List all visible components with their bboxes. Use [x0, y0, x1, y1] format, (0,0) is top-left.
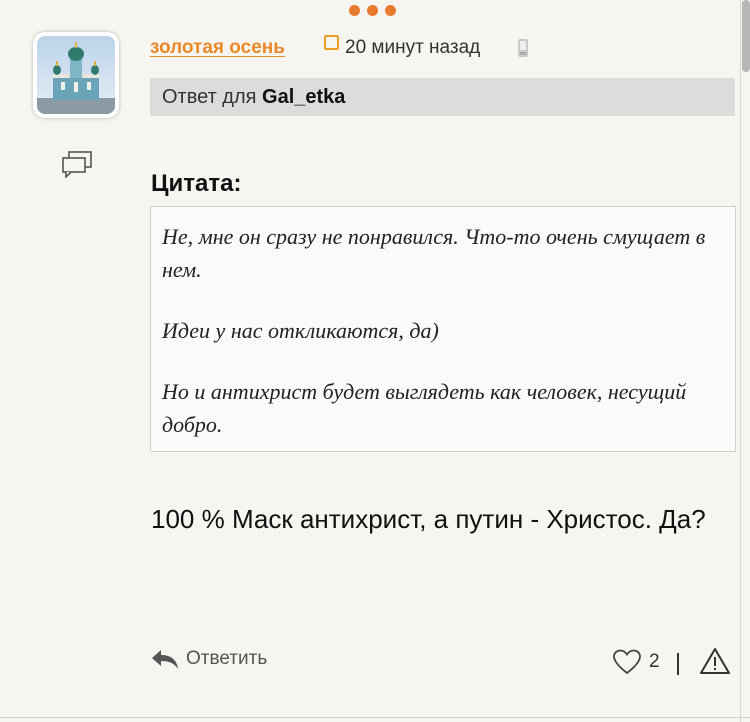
reply-arrow-icon — [152, 650, 178, 669]
avatar-church-image — [37, 36, 115, 114]
reply-button-label: Ответить — [186, 648, 268, 669]
loading-dots-icon — [349, 5, 396, 16]
post-time: 20 минут назад — [345, 37, 481, 58]
reply-button[interactable]: Ответить — [150, 647, 267, 671]
avatar[interactable] — [33, 32, 119, 118]
quote-box: Не, мне он сразу не понравился. Что-то о… — [150, 206, 736, 452]
message-text: 100 % Маск антихрист, а путин - Христос.… — [151, 504, 706, 534]
divider — [0, 717, 750, 718]
quote-paragraph: Но и антихрист будет выглядеть как челов… — [162, 379, 687, 437]
reply-to-user[interactable]: Gal_etka — [262, 86, 345, 108]
mobile-phone-icon — [518, 39, 528, 57]
status-square-icon — [324, 35, 339, 50]
warning-icon[interactable] — [699, 647, 731, 675]
quote-title: Цитата: — [151, 170, 242, 197]
reply-to-bar: Ответ для Gal_etka — [150, 78, 735, 116]
like-count: 2 — [649, 650, 660, 672]
like-button[interactable]: 2 — [612, 648, 660, 675]
quote-paragraph: Идеи у нас откликаются, да) — [162, 318, 439, 343]
divider — [677, 653, 679, 675]
heart-icon — [613, 649, 641, 675]
chat-bubbles-icon[interactable] — [61, 150, 93, 178]
reply-prefix: Ответ для — [162, 86, 257, 108]
username-link[interactable]: золотая осень — [150, 37, 285, 59]
divider — [740, 0, 741, 722]
quote-paragraph: Не, мне он сразу не понравился. Что-то о… — [162, 224, 706, 282]
scrollbar[interactable] — [742, 0, 750, 72]
